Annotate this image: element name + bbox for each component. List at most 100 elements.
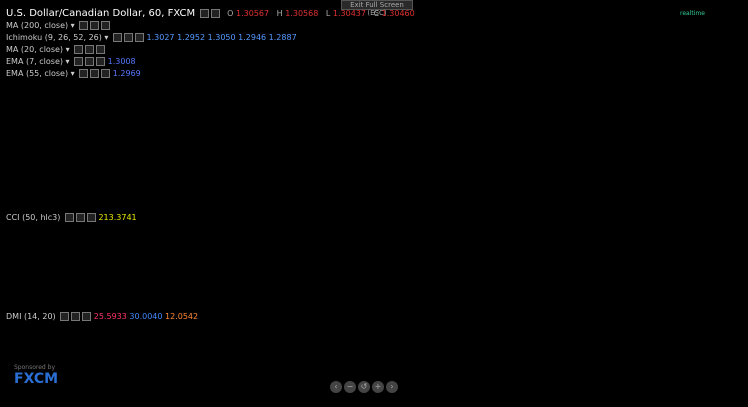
candle-body [672, 66, 676, 71]
reset-icon[interactable]: ↺ [358, 381, 370, 393]
candle-body [175, 97, 179, 103]
candle-body [533, 155, 537, 158]
candle-body [525, 158, 529, 163]
dmi-axis-label: 10.0000 [712, 389, 739, 397]
minus-icon[interactable]: − [344, 381, 356, 393]
realtime-label: realtime [680, 10, 705, 17]
price-axis-label: 1.3010 [712, 93, 735, 101]
candle-body [191, 80, 195, 83]
candle-body [418, 137, 422, 144]
settings-icon[interactable] [64, 213, 74, 222]
price-axis-label: 1.2980 [712, 126, 735, 134]
dmi-axis-label: 40.0000 [712, 336, 739, 344]
candle-body [473, 143, 477, 154]
candle-body [605, 149, 608, 158]
candle-body [644, 103, 648, 108]
indicator-ema7[interactable]: EMA (7, close) ▾ 1.3008 [6, 57, 136, 66]
close-icon[interactable] [210, 9, 220, 18]
left-icon[interactable]: ‹ [330, 381, 342, 393]
price-axis-label: 1.2900 [712, 193, 735, 201]
settings-icon[interactable] [79, 21, 89, 30]
candle-body [322, 68, 326, 75]
candle-body [692, 73, 696, 75]
visibility-icon[interactable] [85, 45, 95, 54]
visibility-icon[interactable] [90, 21, 100, 30]
settings-icon[interactable] [60, 312, 70, 321]
candle-body [163, 91, 167, 96]
close-icon[interactable] [96, 45, 106, 54]
dmi-value-2: 30.0040 [129, 312, 163, 321]
indicator-cci[interactable]: CCI (50, hlc3) 213.3741 [6, 213, 137, 222]
close-icon[interactable] [86, 213, 96, 222]
visibility-icon[interactable] [123, 33, 133, 42]
close-icon[interactable] [96, 57, 106, 66]
dmi-value-3: 12.0542 [165, 312, 199, 321]
fxcm-logo: FXCM [14, 371, 59, 387]
dmi-axis-label: 20.0000 [712, 371, 739, 379]
dmi-value-1: 25.5933 [93, 312, 127, 321]
settings-icon[interactable] [79, 69, 89, 78]
cci-axis-label: 100.0000 [712, 239, 743, 247]
candle-body [227, 70, 231, 79]
right-icon[interactable]: › [386, 381, 398, 393]
candle-body [326, 65, 330, 69]
candle-body [318, 74, 322, 79]
indicator-ma200[interactable]: MA (200, close) ▾ [6, 21, 111, 30]
indicator-ema55[interactable]: EMA (55, close) ▾ 1.2969 [6, 69, 141, 78]
time-axis-label: 12:00 [585, 397, 604, 405]
candle-body [513, 153, 517, 156]
candle-body [561, 183, 565, 186]
candle-body [446, 170, 449, 183]
settings-icon[interactable] [199, 9, 209, 18]
visibility-icon[interactable] [75, 213, 85, 222]
settings-icon[interactable] [74, 45, 84, 54]
pattern-ratio-box [549, 92, 576, 103]
settings-icon[interactable] [112, 33, 122, 42]
plus-icon[interactable]: + [372, 381, 384, 393]
pattern-point-x: X [358, 44, 363, 52]
candle-body [585, 177, 589, 181]
pattern-ratio-label: 0.991 [504, 185, 526, 194]
visibility-icon[interactable] [71, 312, 81, 321]
pattern-point-box [570, 194, 579, 204]
indicator-ichimoku[interactable]: Ichimoku (9, 26, 52, 26) ▾ 1.3027 1.2952… [6, 33, 297, 42]
candle-body [406, 124, 410, 129]
candle-body [354, 60, 358, 67]
candle-body [454, 145, 457, 158]
visibility-icon[interactable] [85, 57, 95, 66]
close-icon[interactable] [101, 69, 111, 78]
candle-body [135, 97, 139, 100]
close-icon[interactable] [82, 312, 92, 321]
candle-body [700, 73, 704, 75]
visibility-icon[interactable] [90, 69, 100, 78]
candle-body [302, 70, 306, 75]
indicator-dmi[interactable]: DMI (14, 20) 25.5933 30.0040 12.0542 [6, 312, 198, 321]
pattern-ratio-line [359, 55, 484, 134]
candle-body [104, 83, 107, 88]
close-icon[interactable] [134, 33, 144, 42]
pattern-point-box [451, 194, 460, 204]
candle-body [402, 120, 406, 125]
pattern-ratio-box [398, 87, 425, 98]
time-axis-label: 12:00 [454, 397, 473, 405]
candle-body [704, 73, 708, 75]
candle-body [147, 90, 151, 93]
candle-body [652, 102, 656, 106]
candle-body [338, 78, 342, 83]
close-icon[interactable] [101, 21, 111, 30]
settings-icon[interactable] [74, 57, 84, 66]
candle-body [430, 158, 433, 167]
candle-body [179, 93, 183, 98]
candle-body [127, 91, 131, 96]
candle-body [294, 66, 298, 69]
price-axis-label: 1.2960 [712, 143, 735, 151]
price-pane[interactable]: X A B C D 0.525 0.917 1.754 0.991 [0, 13, 708, 204]
ohlc-close: C 1.30460 [373, 9, 415, 18]
indicator-ma20[interactable]: MA (20, close) ▾ [6, 45, 106, 54]
candle-body [271, 63, 274, 67]
price-axis-label: 1.2940 [712, 159, 735, 167]
cci-pane[interactable] [0, 222, 708, 294]
candle-body [283, 66, 286, 69]
price-axis-label: 1.3050 [712, 68, 735, 76]
candle-body [171, 99, 175, 103]
